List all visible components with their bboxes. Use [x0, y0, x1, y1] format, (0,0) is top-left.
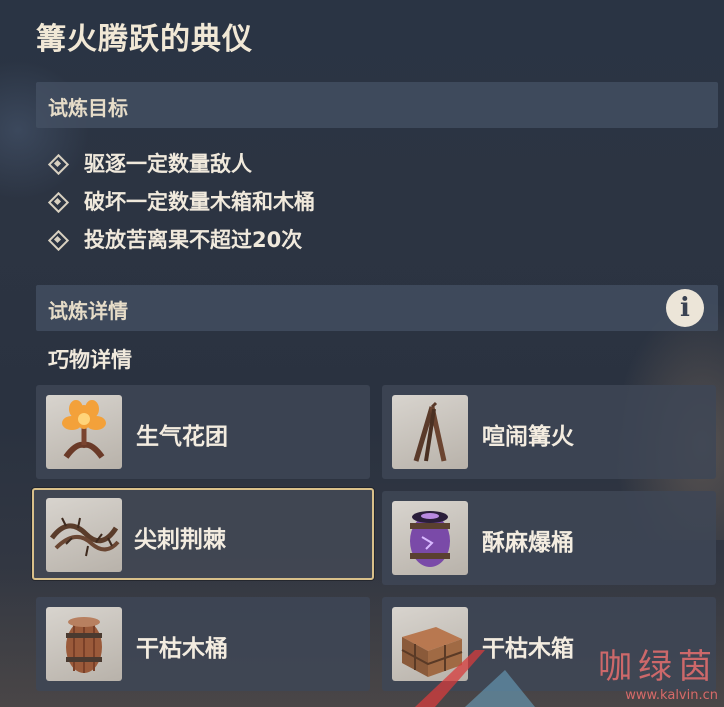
bonfire-icon	[392, 395, 468, 469]
page-title: 篝火腾跃的典仪	[36, 22, 253, 57]
gadget-card-selected[interactable]: 尖刺荆棘	[32, 488, 374, 580]
objective-text: 破坏一定数量木箱和木桶	[84, 190, 315, 214]
info-icon[interactable]: i	[666, 289, 704, 327]
objective-item: 破坏一定数量木箱和木桶	[48, 182, 315, 220]
thorn-vine-icon	[46, 498, 122, 572]
section-label: 试炼详情	[48, 299, 128, 323]
gadget-card[interactable]: 酥麻爆桶	[382, 491, 716, 585]
watermark-url: www.kalvin.cn	[625, 688, 718, 703]
diamond-bullet-icon	[48, 192, 66, 210]
details-section-header: 试炼详情 i	[36, 285, 718, 331]
flower-bouquet-icon	[46, 395, 122, 469]
gadgets-heading: 巧物详情	[48, 348, 132, 372]
objectives-section-header: 试炼目标	[36, 82, 718, 128]
gadget-card[interactable]: 喧闹篝火	[382, 385, 716, 479]
objective-text: 投放苦离果不超过20次	[84, 228, 303, 252]
objectives-list: 驱逐一定数量敌人 破坏一定数量木箱和木桶 投放苦离果不超过20次	[48, 144, 315, 258]
diamond-bullet-icon	[48, 154, 66, 172]
gadget-name: 生气花团	[136, 424, 228, 450]
watermark-text: 咖绿茵	[598, 647, 718, 687]
section-label: 试炼目标	[48, 96, 128, 120]
gadget-name: 喧闹篝火	[482, 424, 574, 450]
gadget-name: 尖刺荆棘	[134, 527, 226, 553]
diamond-bullet-icon	[48, 230, 66, 248]
gadget-name: 酥麻爆桶	[482, 530, 574, 556]
gadget-card[interactable]: 干枯木桶	[36, 597, 370, 691]
electro-barrel-icon	[392, 501, 468, 575]
objective-item: 投放苦离果不超过20次	[48, 220, 315, 258]
gadget-card[interactable]: 生气花团	[36, 385, 370, 479]
objective-text: 驱逐一定数量敌人	[84, 152, 252, 176]
gadget-name: 干枯木桶	[136, 636, 228, 662]
watermark-logo-icon	[415, 650, 535, 707]
objective-item: 驱逐一定数量敌人	[48, 144, 315, 182]
wooden-barrel-icon	[46, 607, 122, 681]
watermark: 咖绿茵 www.kalvin.cn	[598, 639, 718, 703]
